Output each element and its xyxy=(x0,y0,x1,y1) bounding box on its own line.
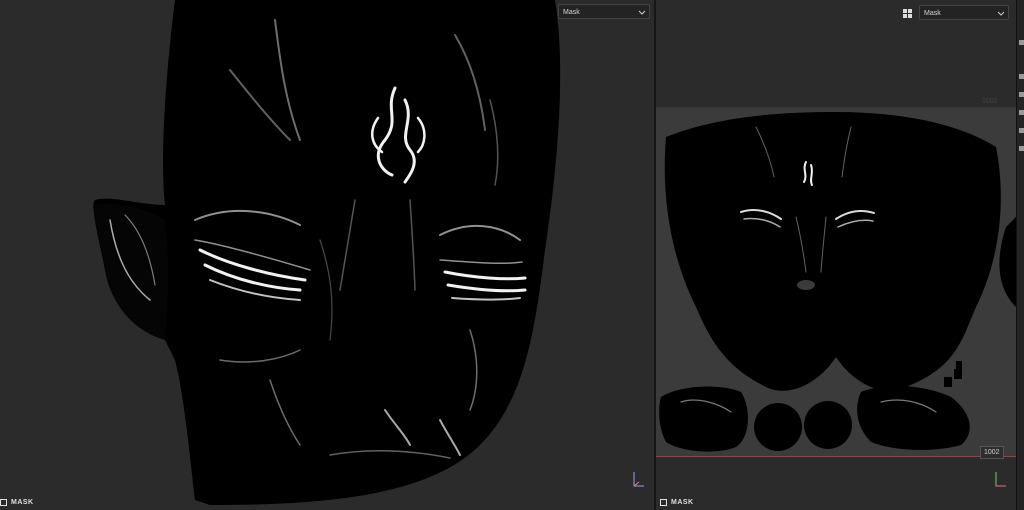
uv-edge-island xyxy=(999,217,1016,307)
tool-icon[interactable] xyxy=(1019,110,1024,115)
uv-ear-right xyxy=(857,385,970,450)
tool-icon[interactable] xyxy=(1019,40,1024,45)
tool-icon[interactable] xyxy=(1019,128,1024,133)
tool-icon[interactable] xyxy=(1019,92,1024,97)
tool-icon[interactable] xyxy=(1019,74,1024,79)
channel-dropdown-2d[interactable]: Mask xyxy=(919,5,1009,20)
uv-eye-right xyxy=(804,401,852,449)
channel-settings-icon[interactable] xyxy=(902,8,913,19)
side-toolbar xyxy=(1016,0,1024,510)
chevron-down-icon xyxy=(997,11,1005,16)
uv-tile-badge: 1002 xyxy=(980,446,1004,459)
viewport-3d[interactable]: Mask MASK xyxy=(0,0,654,510)
channel-dropdown-3d[interactable]: Mask xyxy=(558,4,650,19)
head-mesh-3d[interactable] xyxy=(0,0,654,510)
mode-label-text: MASK xyxy=(11,499,34,506)
viewport-2d[interactable]: Mask 1002 1002 MASK xyxy=(656,0,1016,510)
chevron-down-icon xyxy=(638,10,646,15)
axis-gizmo-icon xyxy=(995,472,1006,487)
mode-label-text: MASK xyxy=(671,499,694,506)
square-icon xyxy=(660,499,667,506)
tool-icon[interactable] xyxy=(1019,146,1024,151)
square-icon xyxy=(0,499,7,506)
uv-tile-label: 1002 xyxy=(982,98,998,105)
channel-dropdown-value: Mask xyxy=(924,10,941,17)
mode-label-3d: MASK xyxy=(0,499,34,506)
uv-ear-left xyxy=(659,386,748,452)
uv-tile-boundary xyxy=(656,456,1016,457)
ear-shape xyxy=(94,203,169,340)
uv-face-shell xyxy=(664,112,1001,391)
uv-islands[interactable] xyxy=(656,107,1016,467)
channel-dropdown-value: Mask xyxy=(563,9,580,16)
mode-label-2d: MASK xyxy=(660,499,694,506)
axis-gizmo-icon xyxy=(633,472,644,487)
uv-eye-left xyxy=(754,403,802,451)
